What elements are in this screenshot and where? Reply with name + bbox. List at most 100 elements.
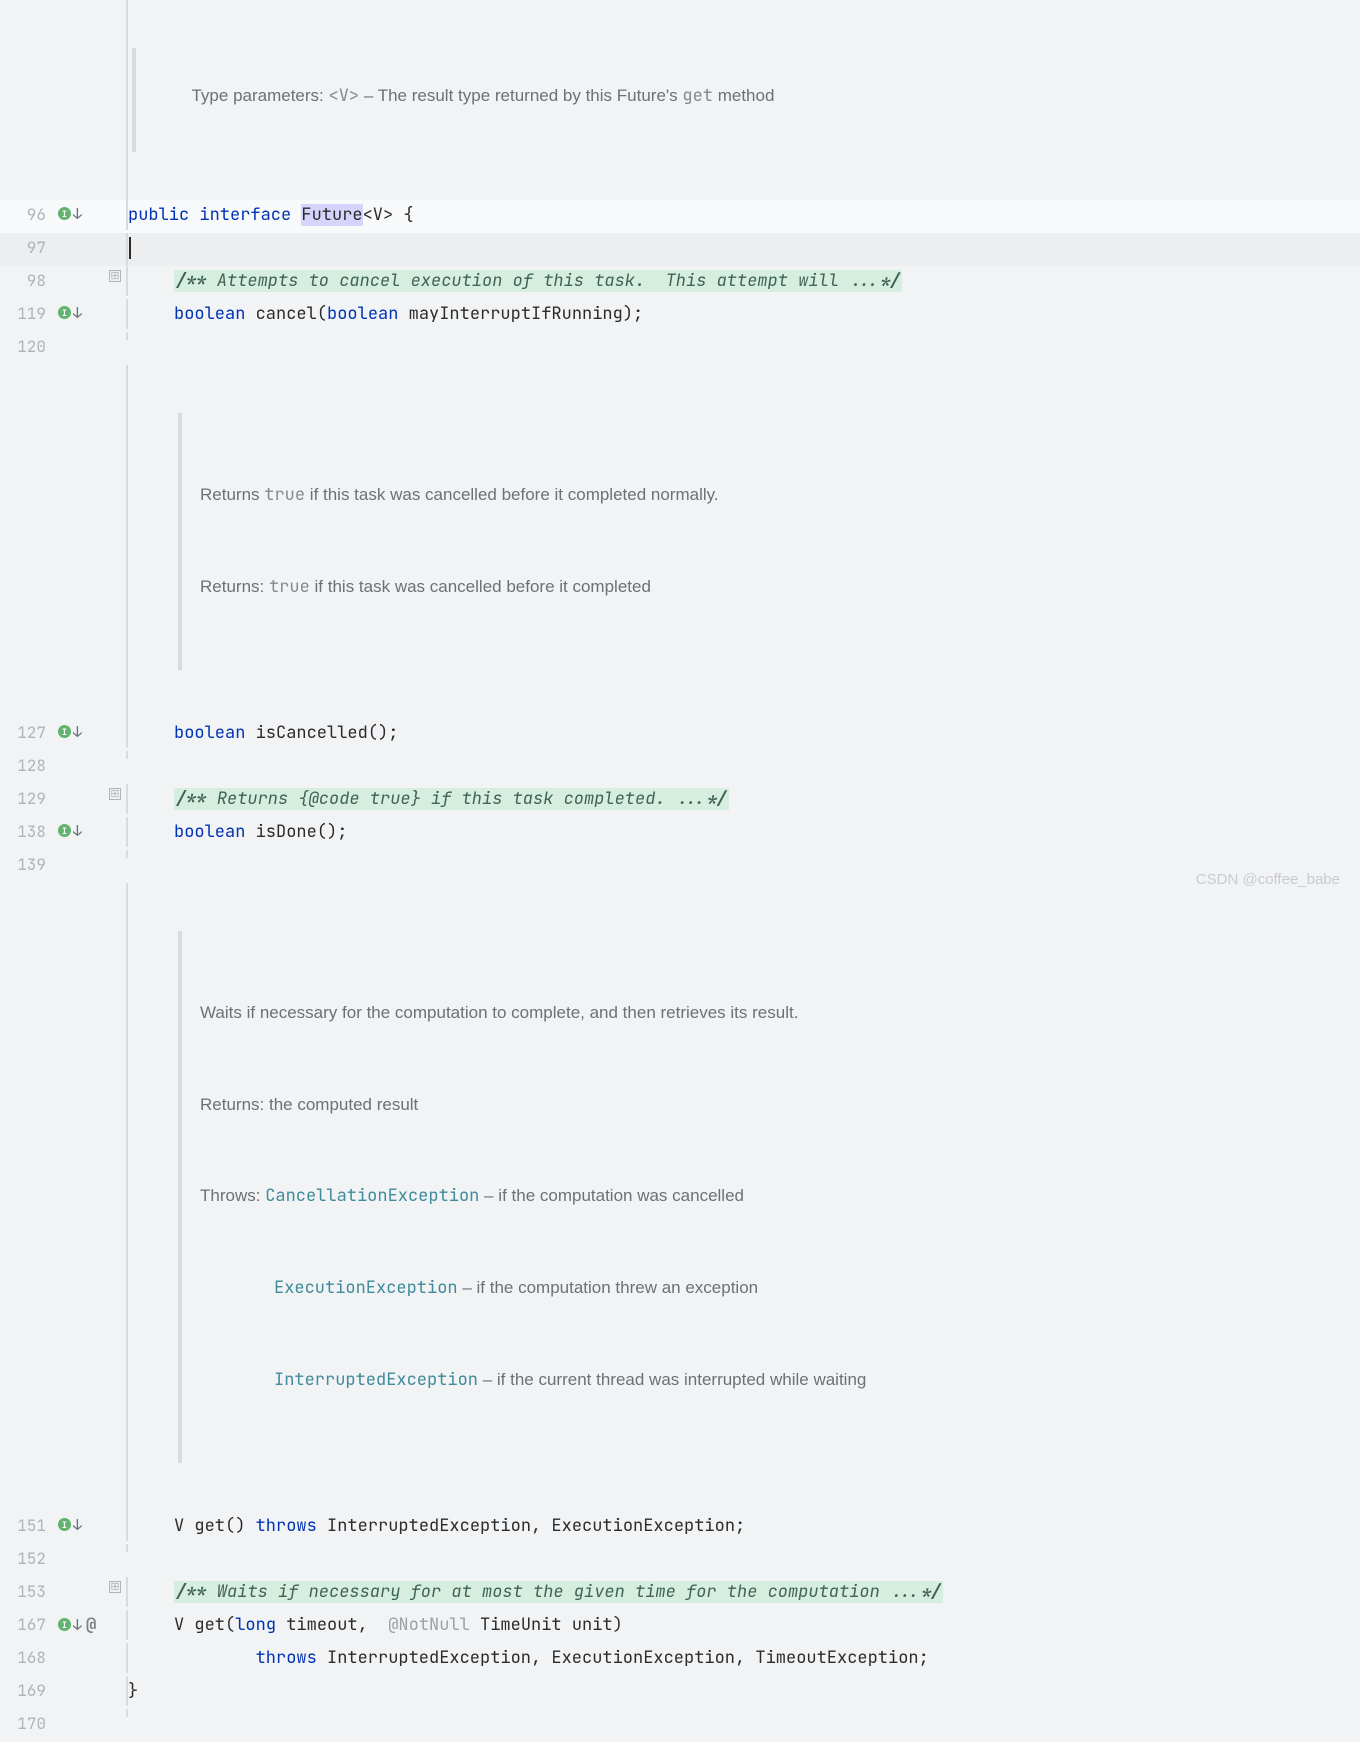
doc-text: Returns [200,485,264,504]
line-number: 120 [0,332,56,357]
marker-col[interactable]: I↓ [56,299,104,323]
annotation-marker-icon[interactable]: @ [86,1614,96,1636]
line-number: 139 [0,850,56,875]
implemented-icon[interactable]: I [58,306,71,319]
implemented-icon[interactable]: I [58,725,71,738]
code-cell[interactable]: boolean isDone(); [126,817,1360,847]
line-number: 98 [0,266,56,291]
doc-returns: Returns: the computed result [200,1090,1342,1121]
marker-col [56,233,104,237]
fold-expand-icon[interactable]: ⊞ [109,1581,121,1593]
code-cell[interactable] [126,332,1360,340]
exception-link[interactable]: InterruptedException [274,1369,478,1391]
code-line-119[interactable]: 119 I↓ boolean cancel(boolean mayInterru… [0,299,1360,332]
type-name-future: Future [301,204,362,226]
marker-col[interactable]: I↓ @ [56,1610,104,1636]
code-cell[interactable]: /** Waits if necessary for at most the g… [126,1577,1360,1607]
code-cell[interactable]: boolean isCancelled(); [126,718,1360,748]
code-line-139[interactable]: 139 [0,850,1360,883]
code-cell[interactable]: throws InterruptedException, ExecutionEx… [126,1643,1360,1673]
doc-comment-open: /** [176,788,217,810]
line-number: 96 [0,200,56,225]
implemented-icon[interactable]: I [58,824,71,837]
code-line-128[interactable]: 128 [0,751,1360,784]
code-line-168[interactable]: 168 throws InterruptedException, Executi… [0,1643,1360,1676]
doc-comment-close: */ [706,788,726,810]
method-get-timeout: get( [194,1614,235,1636]
doc-label: Type parameters: [191,86,328,105]
doc-comment-close: */ [880,270,900,292]
line-number: 168 [0,1643,56,1668]
doc-throws-label: Throws: [200,1186,265,1205]
annotation-notnull: @NotNull [388,1614,470,1636]
code-line-151[interactable]: 151 I↓ V get() throws InterruptedExcepti… [0,1511,1360,1544]
doc-dash: – [359,86,378,105]
keyword-boolean-param: boolean [327,303,409,325]
fold-col[interactable]: ⊞ [104,266,126,282]
code-line-170[interactable]: 170 [0,1709,1360,1742]
down-arrow-icon: ↓ [73,1515,82,1535]
fold-col[interactable]: ⊞ [104,784,126,800]
marker-empty [56,0,104,4]
code-cell[interactable]: /** Attempts to cancel execution of this… [126,266,1360,296]
line-number: 138 [0,817,56,842]
param-timeout: timeout, [286,1614,388,1636]
code-line-169[interactable]: 169 } [0,1676,1360,1709]
code-line-138[interactable]: 138 I↓ boolean isDone(); [0,817,1360,850]
doc-text: Returns: [200,577,269,596]
doc-text: – if the current thread was interrupted … [478,1370,866,1389]
keyword-public: public [128,204,199,226]
line-number: 152 [0,1544,56,1569]
down-arrow-icon: ↓ [73,1615,82,1635]
line-number: 151 [0,1511,56,1536]
marker-col[interactable]: I↓ [56,718,104,742]
exception-link[interactable]: CancellationException [265,1185,479,1207]
throws-list: InterruptedException, ExecutionException… [327,1647,929,1669]
code-line-152[interactable]: 152 [0,1544,1360,1577]
implemented-icon[interactable]: I [58,207,71,220]
down-arrow-icon: ↓ [73,204,82,224]
code-cell[interactable]: V get() throws InterruptedException, Exe… [126,1511,1360,1541]
doc-param: <V> [329,85,360,107]
marker-col[interactable]: I↓ [56,1511,104,1535]
javadoc-panel: Returns true if this task was cancelled … [178,413,1360,670]
marker-col[interactable]: I↓ [56,200,104,224]
keyword-long: long [235,1614,286,1636]
doc-text: – if the computation threw an exception [458,1278,759,1297]
doc-mono: true [264,484,305,506]
gutter-empty [0,0,56,4]
fold-col[interactable]: ⊞ [104,1577,126,1593]
fold-expand-icon[interactable]: ⊞ [109,270,121,282]
code-editor[interactable]: Type parameters: <V> – The result type r… [0,0,1360,1742]
code-line-96[interactable]: 96 I↓ public interface Future<V> { [0,200,1360,233]
doc-row-get: Waits if necessary for the computation t… [0,883,1360,1511]
line-number: 127 [0,718,56,743]
marker-col[interactable]: I↓ [56,817,104,841]
code-line-120[interactable]: 120 [0,332,1360,365]
keyword-boolean: boolean [174,722,256,744]
code-line-129[interactable]: 129 ⊞ /** Returns {@code true} if this t… [0,784,1360,817]
code-cell[interactable]: public interface Future<V> { [126,200,1360,230]
code-cell[interactable] [126,233,1360,265]
code-line-97[interactable]: 97 [0,233,1360,266]
code-line-98[interactable]: 98 ⊞ /** Attempts to cancel execution of… [0,266,1360,299]
code-cell[interactable]: } [126,1676,1360,1706]
doc-summary: Waits if necessary for the computation t… [200,998,1342,1029]
code-cell[interactable]: /** Returns {@code true} if this task co… [126,784,1360,814]
implemented-icon[interactable]: I [58,1518,71,1531]
doc-text: – if the computation was cancelled [479,1186,744,1205]
line-number: 129 [0,784,56,809]
code-cell[interactable]: V get(long timeout, @NotNull TimeUnit un… [126,1610,1360,1640]
exception-link[interactable]: ExecutionException [274,1277,458,1299]
method-isdone: isDone(); [256,821,348,843]
code-line-127[interactable]: 127 I↓ boolean isCancelled(); [0,718,1360,751]
fold-col [104,233,126,237]
code-line-167[interactable]: 167 I↓ @ V get(long timeout, @NotNull Ti… [0,1610,1360,1643]
code-line-153[interactable]: 153 ⊞ /** Waits if necessary for at most… [0,1577,1360,1610]
code-cell[interactable]: boolean cancel(boolean mayInterruptIfRun… [126,299,1360,329]
fold-col[interactable] [104,200,126,204]
line-number: 128 [0,751,56,776]
fold-expand-icon[interactable]: ⊞ [109,788,121,800]
implemented-icon[interactable]: I [58,1618,71,1631]
down-arrow-icon: ↓ [73,303,82,323]
